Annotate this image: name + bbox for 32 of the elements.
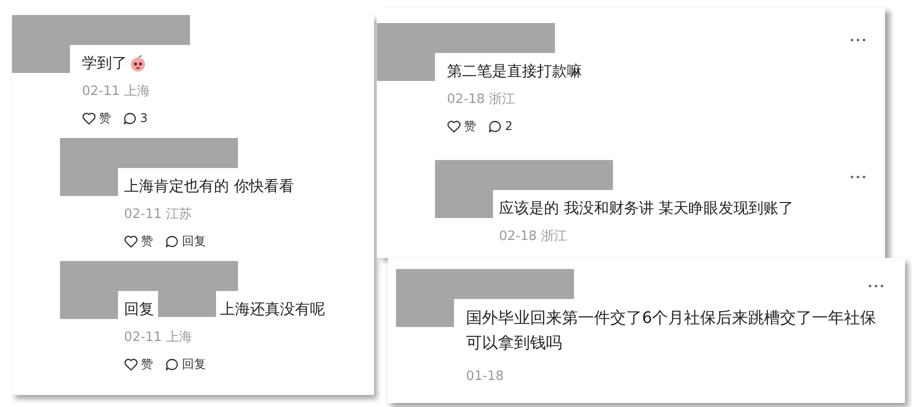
comment-icon (165, 358, 179, 370)
comment-meta: 02-11 上海 (82, 83, 151, 101)
comment-meta: 01-18 (466, 368, 505, 386)
more-icon[interactable] (849, 174, 867, 180)
comment-icon (488, 120, 502, 132)
reply-prefix: 回复 (124, 299, 154, 320)
comment-text: 应该是的 我没和财务讲 某天睁眼发现到账了 (499, 198, 794, 219)
comment-meta: 02-18 浙江 (447, 91, 516, 109)
reply-button[interactable]: 2 (488, 116, 513, 136)
like-button[interactable]: 赞 (82, 108, 111, 128)
comment-text: 国外毕业回来第一件交了6个月社保后来跳槽交了一年社保可以拿到钱吗 (466, 307, 878, 354)
reply-button[interactable]: 回复 (165, 354, 206, 374)
comment-text: 上海还真没有呢 (220, 299, 325, 320)
comment-text: 上海肯定也有的 你快看看 (124, 176, 294, 197)
like-button[interactable]: 赞 (124, 231, 153, 251)
reply-button[interactable]: 3 (123, 108, 148, 128)
comment-icon (123, 112, 137, 124)
heart-icon (124, 358, 138, 370)
reply-button[interactable]: 回复 (165, 231, 206, 251)
comment-meta: 02-18 浙江 (499, 228, 568, 246)
like-button[interactable]: 赞 (124, 354, 153, 374)
like-button[interactable]: 赞 (447, 116, 476, 136)
comment-text: 学到了 (82, 53, 127, 74)
more-icon[interactable] (867, 283, 885, 289)
heart-icon (124, 234, 138, 248)
comment-meta: 02-11 江苏 (124, 206, 193, 224)
heart-icon (447, 120, 461, 132)
comment-icon (165, 234, 179, 248)
comment-meta: 02-11 上海 (124, 329, 193, 347)
comment-text: 第二笔是直接打款嘛 (447, 61, 582, 82)
more-icon[interactable] (849, 37, 867, 43)
heart-icon (82, 112, 96, 124)
